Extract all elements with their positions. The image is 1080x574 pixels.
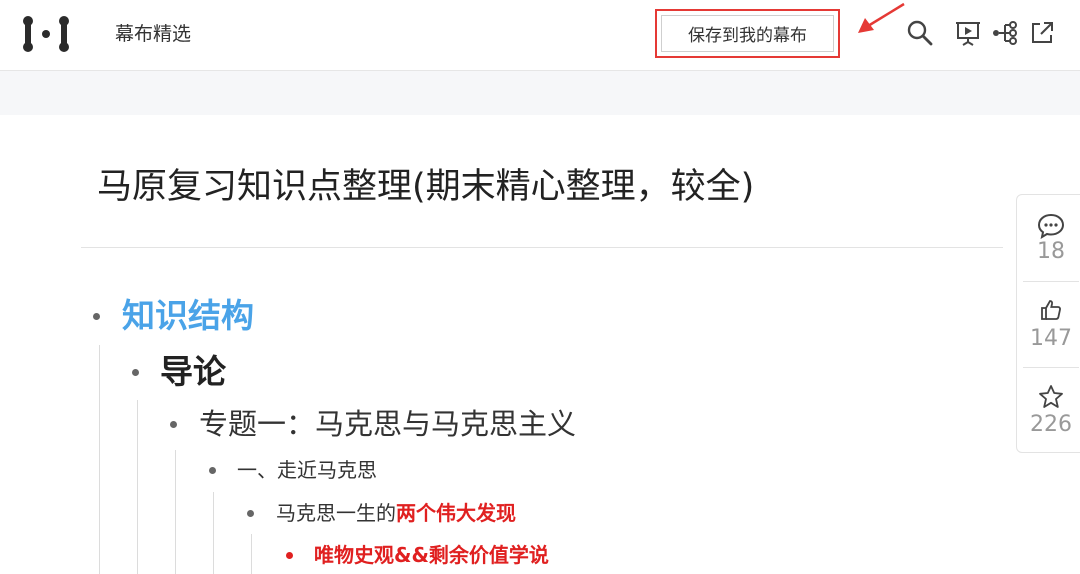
outline-node-level5[interactable]: 马克思一生的两个伟大发现 xyxy=(276,499,516,527)
outline-node-text: 马克思一生的 xyxy=(276,501,396,525)
top-bar: 幕布精选 保存到我的幕布 xyxy=(0,0,1080,71)
outline-guide-line xyxy=(251,534,252,574)
outline-bullet[interactable] xyxy=(209,467,216,474)
comment-button[interactable]: 18 xyxy=(1017,195,1080,281)
outline-bullet[interactable] xyxy=(286,552,293,559)
save-to-my-mubu-button[interactable]: 保存到我的幕布 xyxy=(661,15,834,52)
outline-node-level1[interactable]: 知识结构 xyxy=(122,295,254,337)
document-title: 马原复习知识点整理(期末精心整理，较全) xyxy=(97,167,755,207)
share-external-icon[interactable] xyxy=(1028,19,1056,47)
outline-node-level2[interactable]: 导论 xyxy=(160,351,226,393)
star-button[interactable]: 226 xyxy=(1017,368,1080,454)
outline-bullet[interactable] xyxy=(170,421,177,428)
outline-node-level6[interactable]: 唯物史观&&剩余价值学说 xyxy=(314,541,549,569)
outline-node-level3[interactable]: 专题一：马克思与马克思主义 xyxy=(199,405,576,443)
logo-icon[interactable] xyxy=(22,14,70,54)
comment-icon xyxy=(1037,213,1065,239)
brand-link[interactable]: 幕布精选 xyxy=(115,22,191,46)
like-count: 147 xyxy=(1030,326,1072,351)
floating-action-bar: 18 147 226 xyxy=(1016,194,1080,453)
outline-bullet[interactable] xyxy=(93,313,100,320)
comment-count: 18 xyxy=(1037,239,1065,264)
search-icon[interactable] xyxy=(906,19,934,47)
save-button-highlight: 保存到我的幕布 xyxy=(655,9,840,58)
star-icon xyxy=(1039,385,1063,408)
outline-guide-line xyxy=(175,450,176,574)
outline-guide-line xyxy=(99,345,100,574)
outline-guide-line xyxy=(137,400,138,574)
outline-guide-line xyxy=(213,492,214,574)
outline-node-level4[interactable]: 一、走近马克思 xyxy=(237,456,377,484)
mindmap-icon[interactable] xyxy=(991,19,1019,47)
header-strip xyxy=(0,71,1080,115)
like-button[interactable]: 147 xyxy=(1017,282,1080,368)
outline-bullet[interactable] xyxy=(132,369,139,376)
star-count: 226 xyxy=(1030,412,1072,437)
outline-bullet[interactable] xyxy=(247,510,254,517)
present-icon[interactable] xyxy=(954,19,982,47)
thumbs-up-icon xyxy=(1041,300,1061,320)
title-divider xyxy=(81,247,1003,248)
annotation-arrow-icon xyxy=(858,2,905,33)
outline-node-highlight: 两个伟大发现 xyxy=(396,501,516,525)
